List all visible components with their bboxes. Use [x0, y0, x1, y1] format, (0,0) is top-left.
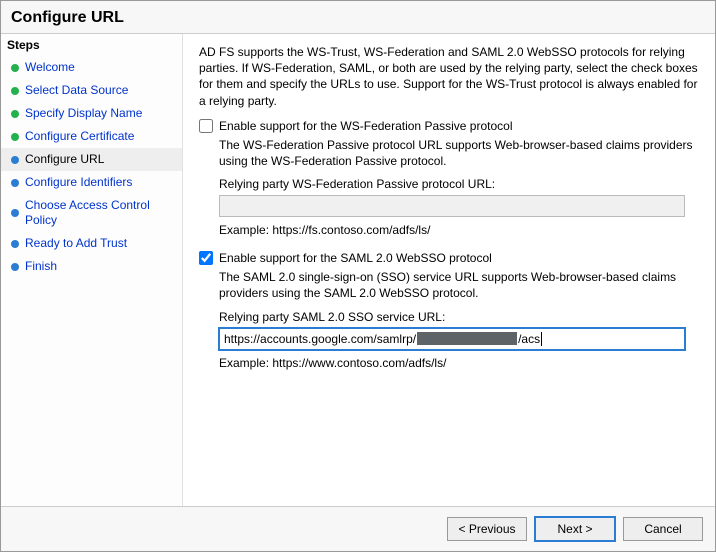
cancel-button[interactable]: Cancel: [623, 517, 703, 541]
step-6[interactable]: Choose Access Control Policy: [1, 194, 182, 232]
step-bullet-icon: [11, 133, 19, 141]
step-bullet-icon: [11, 179, 19, 187]
saml-example: Example: https://www.contoso.com/adfs/ls…: [219, 356, 699, 370]
step-2[interactable]: Specify Display Name: [1, 102, 182, 125]
steps-header: Steps: [1, 34, 182, 56]
wizard-body: Steps Welcome Select Data Source Specify D…: [1, 34, 715, 506]
step-bullet-icon: [11, 263, 19, 271]
step-bullet-icon: [11, 110, 19, 118]
saml-enable-label[interactable]: Enable support for the SAML 2.0 WebSSO p…: [219, 251, 492, 265]
step-0[interactable]: Welcome: [1, 56, 182, 79]
step-bullet-icon: [11, 156, 19, 164]
steps-list: Welcome Select Data Source Specify Display…: [1, 56, 182, 278]
step-label: Configure Certificate: [25, 129, 134, 144]
wsfed-enable-checkbox[interactable]: [199, 119, 213, 133]
step-label: Finish: [25, 259, 57, 274]
saml-section: Enable support for the SAML 2.0 WebSSO p…: [199, 251, 699, 369]
intro-text: AD FS supports the WS-Trust, WS-Federati…: [199, 44, 699, 109]
step-bullet-icon: [11, 64, 19, 72]
page-title: Configure URL: [1, 1, 715, 34]
step-5[interactable]: Configure Identifiers: [1, 171, 182, 194]
saml-enable-checkbox[interactable]: [199, 251, 213, 265]
wsfed-url-label: Relying party WS-Federation Passive prot…: [219, 177, 699, 191]
step-label: Welcome: [25, 60, 75, 75]
saml-desc: The SAML 2.0 single-sign-on (SSO) servic…: [219, 269, 699, 301]
step-3[interactable]: Configure Certificate: [1, 125, 182, 148]
steps-sidebar: Steps Welcome Select Data Source Specify D…: [1, 34, 183, 506]
saml-url-suffix: /acs: [518, 332, 540, 346]
wizard-window: Configure URL Steps Welcome Select Data S…: [0, 0, 716, 552]
step-4: Configure URL: [1, 148, 182, 171]
wsfed-url-input: [219, 195, 685, 217]
step-label: Specify Display Name: [25, 106, 142, 121]
saml-url-input[interactable]: https://accounts.google.com/samlrp/ /acs: [219, 328, 685, 350]
wsfed-section: Enable support for the WS-Federation Pas…: [199, 119, 699, 237]
step-7[interactable]: Ready to Add Trust: [1, 232, 182, 255]
wsfed-enable-label[interactable]: Enable support for the WS-Federation Pas…: [219, 119, 512, 133]
previous-button[interactable]: < Previous: [447, 517, 527, 541]
step-bullet-icon: [11, 240, 19, 248]
saml-url-redacted: [417, 332, 517, 345]
wizard-footer: < Previous Next > Cancel: [1, 506, 715, 551]
saml-url-prefix: https://accounts.google.com/samlrp/: [224, 332, 416, 346]
step-label: Ready to Add Trust: [25, 236, 127, 251]
content-pane: AD FS supports the WS-Trust, WS-Federati…: [183, 34, 715, 506]
step-label: Configure URL: [25, 152, 104, 167]
text-caret: [541, 332, 542, 346]
step-bullet-icon: [11, 87, 19, 95]
step-label: Choose Access Control Policy: [25, 198, 176, 228]
saml-url-label: Relying party SAML 2.0 SSO service URL:: [219, 310, 699, 324]
wsfed-example: Example: https://fs.contoso.com/adfs/ls/: [219, 223, 699, 237]
wsfed-desc: The WS-Federation Passive protocol URL s…: [219, 137, 699, 169]
step-label: Configure Identifiers: [25, 175, 132, 190]
step-label: Select Data Source: [25, 83, 128, 98]
step-bullet-icon: [11, 209, 19, 217]
step-1[interactable]: Select Data Source: [1, 79, 182, 102]
step-8[interactable]: Finish: [1, 255, 182, 278]
next-button[interactable]: Next >: [535, 517, 615, 541]
